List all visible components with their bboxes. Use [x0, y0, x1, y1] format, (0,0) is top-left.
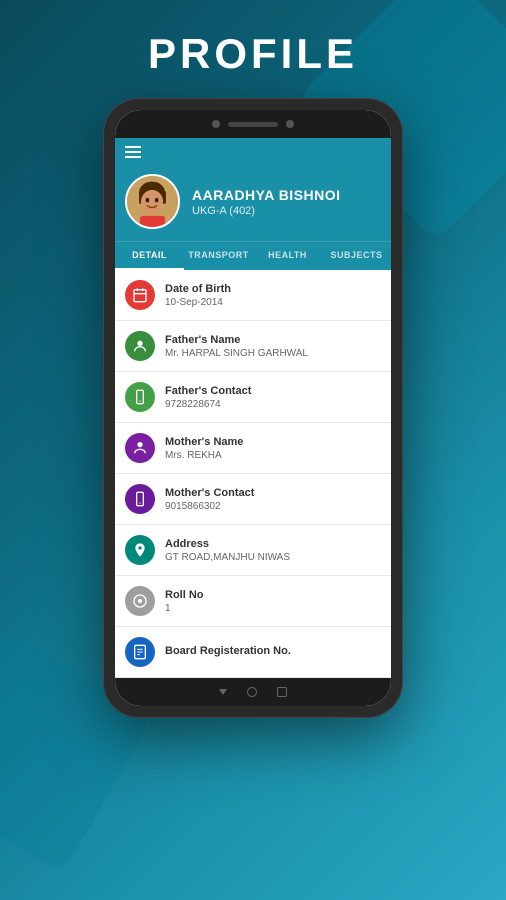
father_contact-label: Father's Contact: [165, 385, 381, 397]
profile-info: AARADHYA BISHNOI UKG-A (402): [192, 187, 381, 217]
recents-button[interactable]: [277, 687, 287, 697]
hamburger-menu[interactable]: [125, 146, 141, 158]
app-header: [115, 138, 391, 166]
father_contact-icon: [125, 382, 155, 412]
father_name-value: Mr. HARPAL SINGH GARHWAL: [165, 348, 381, 359]
tab-detail[interactable]: DETAIL: [115, 242, 184, 270]
list-item: Address GT ROAD,MANJHU NIWAS: [115, 525, 391, 576]
mother_contact-content: Mother's Contact 9015866302: [165, 487, 381, 512]
board_reg-content: Board Registeration No.: [165, 645, 381, 659]
content-list: Date of Birth 10-Sep-2014 Father's Name …: [115, 270, 391, 678]
mother_name-value: Mrs. REKHA: [165, 450, 381, 461]
speaker-bar: [228, 122, 278, 127]
mother_contact-label: Mother's Contact: [165, 487, 381, 499]
student-class: UKG-A (402): [192, 205, 381, 217]
phone-bottom-bar: [115, 678, 391, 706]
address-label: Address: [165, 538, 381, 550]
father_contact-value: 9728228674: [165, 399, 381, 410]
mother_name-label: Mother's Name: [165, 436, 381, 448]
roll_no-value: 1: [165, 603, 381, 614]
camera-dot-2: [286, 120, 294, 128]
list-item: Mother's Contact 9015866302: [115, 474, 391, 525]
dob-label: Date of Birth: [165, 283, 381, 295]
list-item: Mother's Name Mrs. REKHA: [115, 423, 391, 474]
address-icon: [125, 535, 155, 565]
tab-subjects[interactable]: SUBJECTS: [322, 242, 391, 270]
phone-frame: AARADHYA BISHNOI UKG-A (402) DETAIL TRAN…: [103, 98, 403, 718]
board_reg-icon: [125, 637, 155, 667]
mother_contact-icon: [125, 484, 155, 514]
list-item: Father's Name Mr. HARPAL SINGH GARHWAL: [115, 321, 391, 372]
roll_no-content: Roll No 1: [165, 589, 381, 614]
avatar: [125, 174, 180, 229]
father_name-content: Father's Name Mr. HARPAL SINGH GARHWAL: [165, 334, 381, 359]
mother_name-icon: [125, 433, 155, 463]
board_reg-label: Board Registeration No.: [165, 645, 381, 657]
list-item: Date of Birth 10-Sep-2014: [115, 270, 391, 321]
page-title: PROFILE: [148, 30, 358, 78]
dob-icon: [125, 280, 155, 310]
tab-transport[interactable]: TRANSPORT: [184, 242, 253, 270]
phone-inner: AARADHYA BISHNOI UKG-A (402) DETAIL TRAN…: [115, 110, 391, 706]
father_contact-content: Father's Contact 9728228674: [165, 385, 381, 410]
roll_no-label: Roll No: [165, 589, 381, 601]
father_name-icon: [125, 331, 155, 361]
roll_no-icon: [125, 586, 155, 616]
camera-dot: [212, 120, 220, 128]
back-button[interactable]: [219, 689, 227, 695]
list-item: Board Registeration No.: [115, 627, 391, 678]
father_name-label: Father's Name: [165, 334, 381, 346]
address-value: GT ROAD,MANJHU NIWAS: [165, 552, 381, 563]
dob-value: 10-Sep-2014: [165, 297, 381, 308]
profile-section: AARADHYA BISHNOI UKG-A (402): [115, 166, 391, 241]
list-item: Roll No 1: [115, 576, 391, 627]
dob-content: Date of Birth 10-Sep-2014: [165, 283, 381, 308]
list-item: Father's Contact 9728228674: [115, 372, 391, 423]
phone-top-bar: [115, 110, 391, 138]
home-button[interactable]: [247, 687, 257, 697]
mother_contact-value: 9015866302: [165, 501, 381, 512]
tab-health[interactable]: HEALTH: [253, 242, 322, 270]
nav-tabs: DETAIL TRANSPORT HEALTH SUBJECTS: [115, 241, 391, 270]
mother_name-content: Mother's Name Mrs. REKHA: [165, 436, 381, 461]
address-content: Address GT ROAD,MANJHU NIWAS: [165, 538, 381, 563]
student-name: AARADHYA BISHNOI: [192, 187, 381, 203]
